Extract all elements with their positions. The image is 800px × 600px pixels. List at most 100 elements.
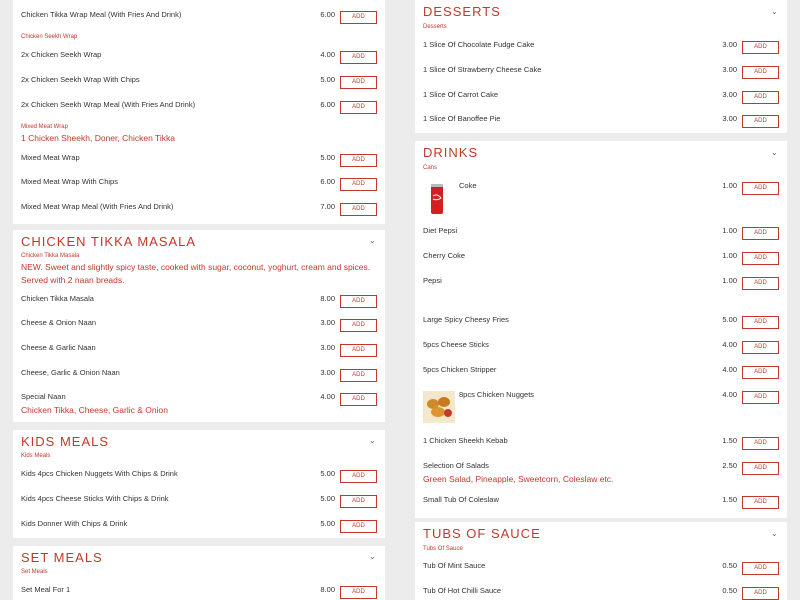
chevron-down-icon[interactable]: ⌄	[369, 237, 377, 245]
add-button[interactable]: ADD	[742, 366, 779, 379]
menu-item: Tub Of Hot Chilli Sauce 0.50 ADD	[415, 586, 787, 600]
add-button[interactable]: ADD	[742, 496, 779, 509]
category-title: CHICKEN TIKKA MASALA	[21, 234, 197, 249]
add-button[interactable]: ADD	[340, 51, 377, 64]
add-button[interactable]: ADD	[742, 562, 779, 575]
item-name: Chicken Tikka Wrap Meal (With Fries And …	[21, 10, 182, 19]
add-button[interactable]: ADD	[340, 178, 377, 191]
add-button[interactable]: ADD	[742, 316, 779, 329]
menu-item: 2x Chicken Seekh Wrap Meal (With Fries A…	[13, 100, 385, 116]
add-button[interactable]: ADD	[340, 76, 377, 89]
item-name: Kids 4pcs Chicken Nuggets With Chips & D…	[21, 469, 178, 478]
category-title: TUBS OF SAUCE	[423, 526, 541, 541]
add-button[interactable]: ADD	[340, 495, 377, 508]
add-button[interactable]: ADD	[340, 470, 377, 483]
item-price: 0.50	[722, 586, 737, 595]
item-price: 3.00	[320, 368, 335, 377]
add-button[interactable]: ADD	[340, 154, 377, 167]
add-button[interactable]: ADD	[742, 341, 779, 354]
item-price: 5.00	[320, 75, 335, 84]
item-name: 5pcs Chicken Stripper	[423, 365, 497, 374]
item-price: 3.00	[722, 65, 737, 74]
item-name: Selection Of Salads	[423, 461, 489, 470]
add-button[interactable]: ADD	[340, 586, 377, 599]
chevron-down-icon[interactable]: ⌄	[771, 530, 779, 538]
subcategory-description: 1 Chicken Sheekh, Doner, Chicken Tikka	[21, 133, 176, 143]
item-name: Coke	[459, 181, 477, 190]
item-name: Diet Pepsi	[423, 226, 458, 235]
add-button[interactable]: ADD	[742, 227, 779, 240]
item-name: 1 Slice Of Banoffee Pie	[423, 114, 501, 123]
item-name: 1 Chicken Sheekh Kebab	[423, 436, 508, 445]
item-price: 6.00	[320, 100, 335, 109]
add-button[interactable]: ADD	[742, 182, 779, 195]
item-name: 1 Slice Of Strawberry Cheese Cake	[423, 65, 542, 74]
menu-item: 2x Chicken Seekh Wrap 4.00 ADD	[13, 50, 385, 66]
subcategory-label: Chicken Tikka Masala	[21, 253, 80, 259]
item-price: 0.50	[722, 561, 737, 570]
subcategory-label: Cans	[423, 165, 438, 171]
menu-item: Mixed Meat Wrap 5.00 ADD	[13, 153, 385, 169]
add-button[interactable]: ADD	[340, 369, 377, 382]
item-price: 5.00	[320, 494, 335, 503]
item-name: Special Naan	[21, 392, 66, 401]
item-name: 2x Chicken Seekh Wrap Meal (With Fries A…	[21, 100, 196, 109]
add-button[interactable]: ADD	[742, 437, 779, 450]
menu-item: Kids 4pcs Chicken Nuggets With Chips & D…	[13, 469, 385, 485]
item-price: 8.00	[320, 585, 335, 594]
add-button[interactable]: ADD	[340, 11, 377, 24]
item-name: Cherry Coke	[423, 251, 466, 260]
item-name: Cheese, Garlic & Onion Naan	[21, 368, 120, 377]
add-button[interactable]: ADD	[742, 252, 779, 265]
menu-item: Chicken Tikka Wrap Meal (With Fries And …	[13, 10, 385, 26]
add-button[interactable]: ADD	[340, 520, 377, 533]
add-button[interactable]: ADD	[742, 41, 779, 54]
subcategory-label: Tubs Of Sauce	[423, 546, 463, 552]
item-price: 5.00	[722, 315, 737, 324]
item-name: 2x Chicken Seekh Wrap With Chips	[21, 75, 140, 84]
right-menu-column: DESSERTS ⌄ Desserts 1 Slice Of Chocolate…	[415, 0, 787, 600]
add-button[interactable]: ADD	[742, 277, 779, 290]
add-button[interactable]: ADD	[340, 203, 377, 216]
category-title: KIDS MEALS	[21, 434, 110, 449]
item-name: Tub Of Mint Sauce	[423, 561, 486, 570]
menu-item: 5pcs Cheese Sticks 4.00 ADD	[415, 340, 787, 356]
category-title: SET MEALS	[21, 550, 103, 565]
item-description: Green Salad, Pineapple, Sweetcorn, Coles…	[423, 474, 614, 484]
set-meals-panel: SET MEALS ⌄ Set Meals Set Meal For 1 8.0…	[13, 546, 385, 600]
chevron-down-icon[interactable]: ⌄	[369, 437, 377, 445]
add-button[interactable]: ADD	[742, 462, 779, 475]
wraps-panel: Chicken Tikka Wrap Meal (With Fries And …	[13, 0, 385, 224]
add-button[interactable]: ADD	[742, 587, 779, 600]
menu-item: Special Naan 4.00 ADD Chicken Tikka, Che…	[13, 392, 385, 415]
item-price: 3.00	[722, 114, 737, 123]
add-button[interactable]: ADD	[340, 101, 377, 114]
add-button[interactable]: ADD	[340, 393, 377, 406]
add-button[interactable]: ADD	[742, 391, 779, 404]
add-button[interactable]: ADD	[742, 91, 779, 104]
menu-item: Set Meal For 1 8.00 ADD	[13, 585, 385, 600]
item-name: Kids Donner With Chips & Drink	[21, 519, 128, 528]
item-name: 1 Slice Of Chocolate Fudge Cake	[423, 40, 535, 49]
menu-item: 1 Slice Of Carrot Cake 3.00 ADD	[415, 90, 787, 106]
menu-item: Mixed Meat Wrap Meal (With Fries And Dri…	[13, 202, 385, 218]
add-button[interactable]: ADD	[742, 66, 779, 79]
item-price: 8.00	[320, 294, 335, 303]
menu-item: Cheese & Garlic Naan 3.00 ADD	[13, 343, 385, 359]
chevron-down-icon[interactable]: ⌄	[771, 8, 779, 16]
add-button[interactable]: ADD	[742, 115, 779, 128]
menu-item: 1 Slice Of Banoffee Pie 3.00 ADD	[415, 114, 787, 130]
item-name: Chicken Tikka Masala	[21, 294, 94, 303]
subcategory-label: Set Meals	[21, 569, 48, 575]
item-name: Kids 4pcs Cheese Sticks With Chips & Dri…	[21, 494, 169, 503]
add-button[interactable]: ADD	[340, 319, 377, 332]
item-price: 7.00	[320, 202, 335, 211]
item-name: 8pcs Chicken Nuggets	[459, 390, 535, 399]
chevron-down-icon[interactable]: ⌄	[771, 149, 779, 157]
add-button[interactable]: ADD	[340, 344, 377, 357]
chevron-down-icon[interactable]: ⌄	[369, 553, 377, 561]
item-name: Mixed Meat Wrap	[21, 153, 80, 162]
item-price: 1.00	[722, 226, 737, 235]
drinks-panel: DRINKS ⌄ Cans Coke 1.00 ADD Diet Pepsi 1…	[415, 141, 787, 518]
add-button[interactable]: ADD	[340, 295, 377, 308]
